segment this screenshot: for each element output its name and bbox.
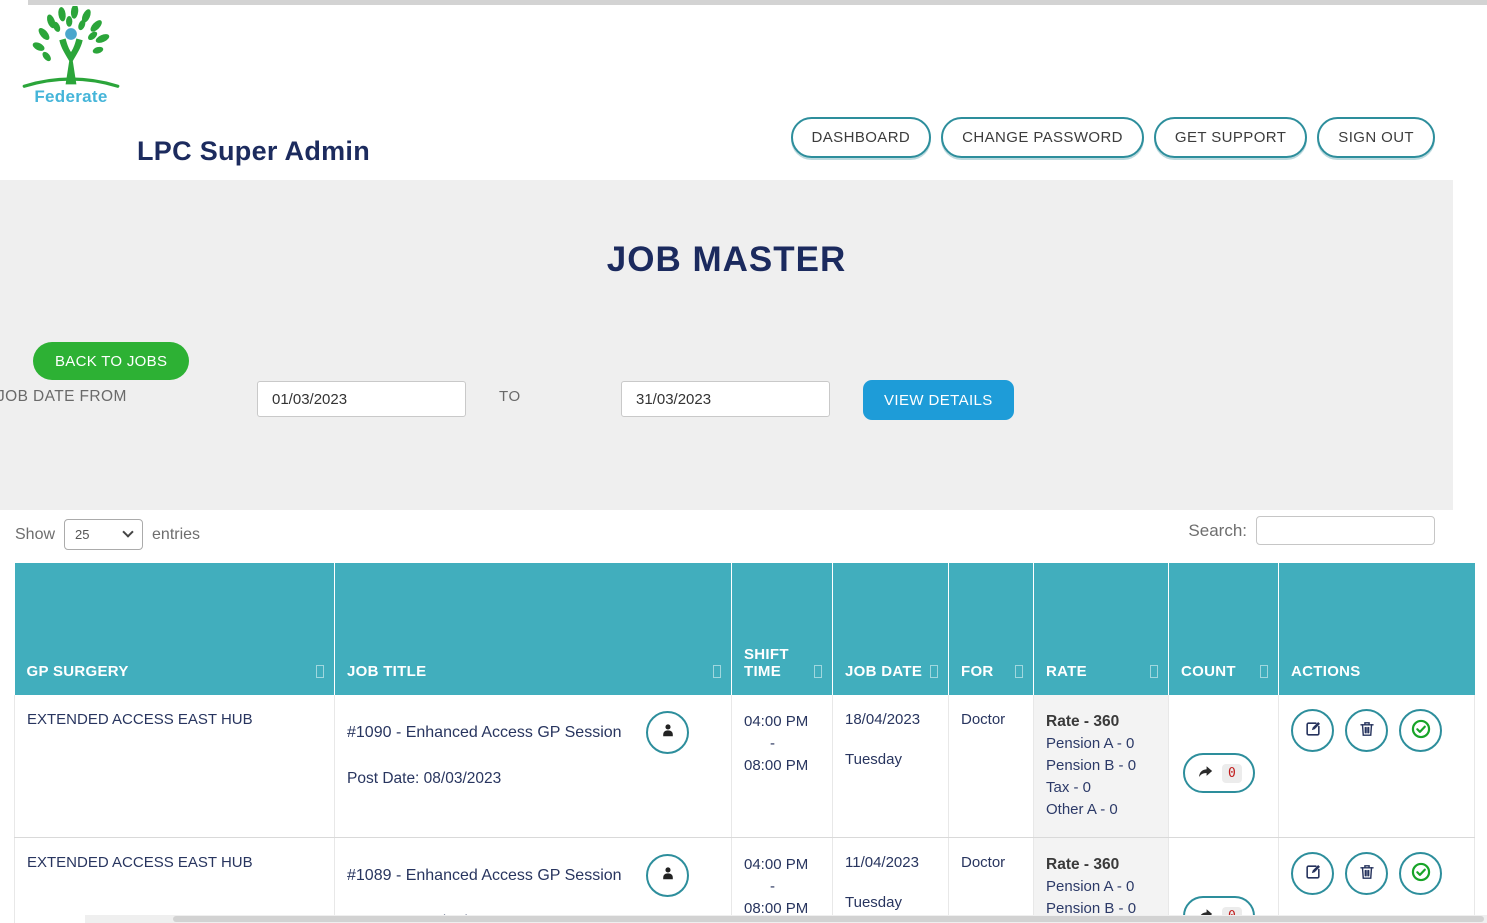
column-header-count[interactable]: COUNT xyxy=(1169,563,1279,695)
top-divider xyxy=(28,0,1487,5)
trash-icon xyxy=(1357,862,1377,885)
cell-job-date: 18/04/2023 Tuesday xyxy=(833,695,949,838)
job-date-from-label: JOB DATE FROM xyxy=(0,388,127,406)
cell-for: Doctor xyxy=(949,838,1034,923)
post-date: Post Date: 08/03/2023 xyxy=(347,770,719,788)
list-controls: Show 25 entries Search: xyxy=(15,516,1435,552)
sort-icon xyxy=(1015,665,1023,678)
edit-icon xyxy=(1303,719,1323,742)
column-header-for[interactable]: FOR xyxy=(949,563,1034,695)
column-header-job-date[interactable]: JOB DATE xyxy=(833,563,949,695)
cell-shift-time: 04:00 PM - 08:00 PM xyxy=(732,838,833,923)
to-label: TO xyxy=(499,388,521,405)
cell-for: Doctor xyxy=(949,695,1034,838)
job-master-title: JOB MASTER xyxy=(0,180,1453,280)
federate-logo[interactable]: Federate xyxy=(12,6,130,107)
column-header-rate[interactable]: RATE xyxy=(1034,563,1169,695)
table-row: EXTENDED ACCESS EAST HUB #1089 - Enhance… xyxy=(15,838,1475,923)
search-label: Search: xyxy=(1188,521,1247,541)
cell-rate: Rate - 360 Pension A - 0 Pension B - 0 T… xyxy=(1034,838,1169,923)
count-badge: 0 xyxy=(1222,764,1242,783)
column-header-job-title[interactable]: JOB TITLE xyxy=(335,563,732,695)
horizontal-scrollbar-thumb[interactable] xyxy=(173,916,1484,922)
edit-button[interactable] xyxy=(1291,852,1334,895)
job-master-panel: JOB MASTER BACK TO JOBS JOB DATE FROM TO… xyxy=(0,180,1453,510)
page-size-select[interactable]: 25 xyxy=(64,519,143,550)
approve-button[interactable] xyxy=(1399,852,1442,895)
check-circle-icon xyxy=(1410,861,1432,886)
date-from-input[interactable] xyxy=(257,381,466,417)
forward-arrow-icon xyxy=(1196,763,1215,783)
cell-gp-surgery: EXTENDED ACCESS EAST HUB xyxy=(15,695,335,838)
sort-icon xyxy=(1260,665,1268,678)
search-input[interactable] xyxy=(1256,516,1435,545)
table-row: EXTENDED ACCESS EAST HUB #1090 - Enhance… xyxy=(15,695,1475,838)
horizontal-scrollbar-track xyxy=(85,915,1487,923)
cell-job-date: 11/04/2023 Tuesday xyxy=(833,838,949,923)
sort-icon xyxy=(814,665,822,678)
get-support-button[interactable]: GET SUPPORT xyxy=(1154,117,1307,158)
cell-count: 0 xyxy=(1169,838,1279,923)
view-details-button[interactable]: VIEW DETAILS xyxy=(863,380,1014,420)
show-label: Show xyxy=(15,526,55,544)
share-count-button[interactable]: 0 xyxy=(1183,753,1255,793)
assigned-person-button[interactable] xyxy=(646,854,689,897)
cell-rate: Rate - 360 Pension A - 0 Pension B - 0 T… xyxy=(1034,695,1169,838)
cell-actions xyxy=(1279,838,1475,923)
cell-shift-time: 04:00 PM - 08:00 PM xyxy=(732,695,833,838)
cell-count: 0 xyxy=(1169,695,1279,838)
date-to-input[interactable] xyxy=(621,381,830,417)
cell-gp-surgery: EXTENDED ACCESS EAST HUB xyxy=(15,838,335,923)
assigned-person-button[interactable] xyxy=(646,711,689,754)
edit-button[interactable] xyxy=(1291,709,1334,752)
cell-job-title: #1090 - Enhanced Access GP Session Post … xyxy=(335,695,732,838)
sign-out-button[interactable]: SIGN OUT xyxy=(1317,117,1435,158)
trash-icon xyxy=(1357,719,1377,742)
edit-icon xyxy=(1303,862,1323,885)
sort-icon xyxy=(1150,665,1158,678)
page-title: LPC Super Admin xyxy=(137,136,370,167)
column-header-shift-time[interactable]: SHIFT TIME xyxy=(732,563,833,695)
job-title-text: #1090 - Enhanced Access GP Session xyxy=(347,724,622,742)
delete-button[interactable] xyxy=(1345,852,1388,895)
change-password-button[interactable]: CHANGE PASSWORD xyxy=(941,117,1144,158)
sort-icon xyxy=(930,665,938,678)
table-header-row: GP SURGERY JOB TITLE SHIFT TIME JOB DATE… xyxy=(15,563,1475,695)
column-header-gp-surgery[interactable]: GP SURGERY xyxy=(15,563,335,695)
jobs-table: GP SURGERY JOB TITLE SHIFT TIME JOB DATE… xyxy=(14,563,1475,923)
approve-button[interactable] xyxy=(1399,709,1442,752)
back-to-jobs-button[interactable]: BACK TO JOBS xyxy=(33,342,189,380)
top-nav: DASHBOARD CHANGE PASSWORD GET SUPPORT SI… xyxy=(791,117,1435,158)
cell-job-title: #1089 - Enhanced Access GP Session Post … xyxy=(335,838,732,923)
doctor-person-icon xyxy=(659,865,677,886)
column-header-actions[interactable]: ACTIONS xyxy=(1279,563,1475,695)
doctor-person-icon xyxy=(659,722,677,743)
entries-label: entries xyxy=(152,526,200,544)
check-circle-icon xyxy=(1410,718,1432,743)
sort-icon xyxy=(316,665,324,678)
delete-button[interactable] xyxy=(1345,709,1388,752)
dashboard-button[interactable]: DASHBOARD xyxy=(791,117,932,158)
job-title-text: #1089 - Enhanced Access GP Session xyxy=(347,867,622,885)
cell-actions xyxy=(1279,695,1475,838)
sort-icon xyxy=(713,665,721,678)
